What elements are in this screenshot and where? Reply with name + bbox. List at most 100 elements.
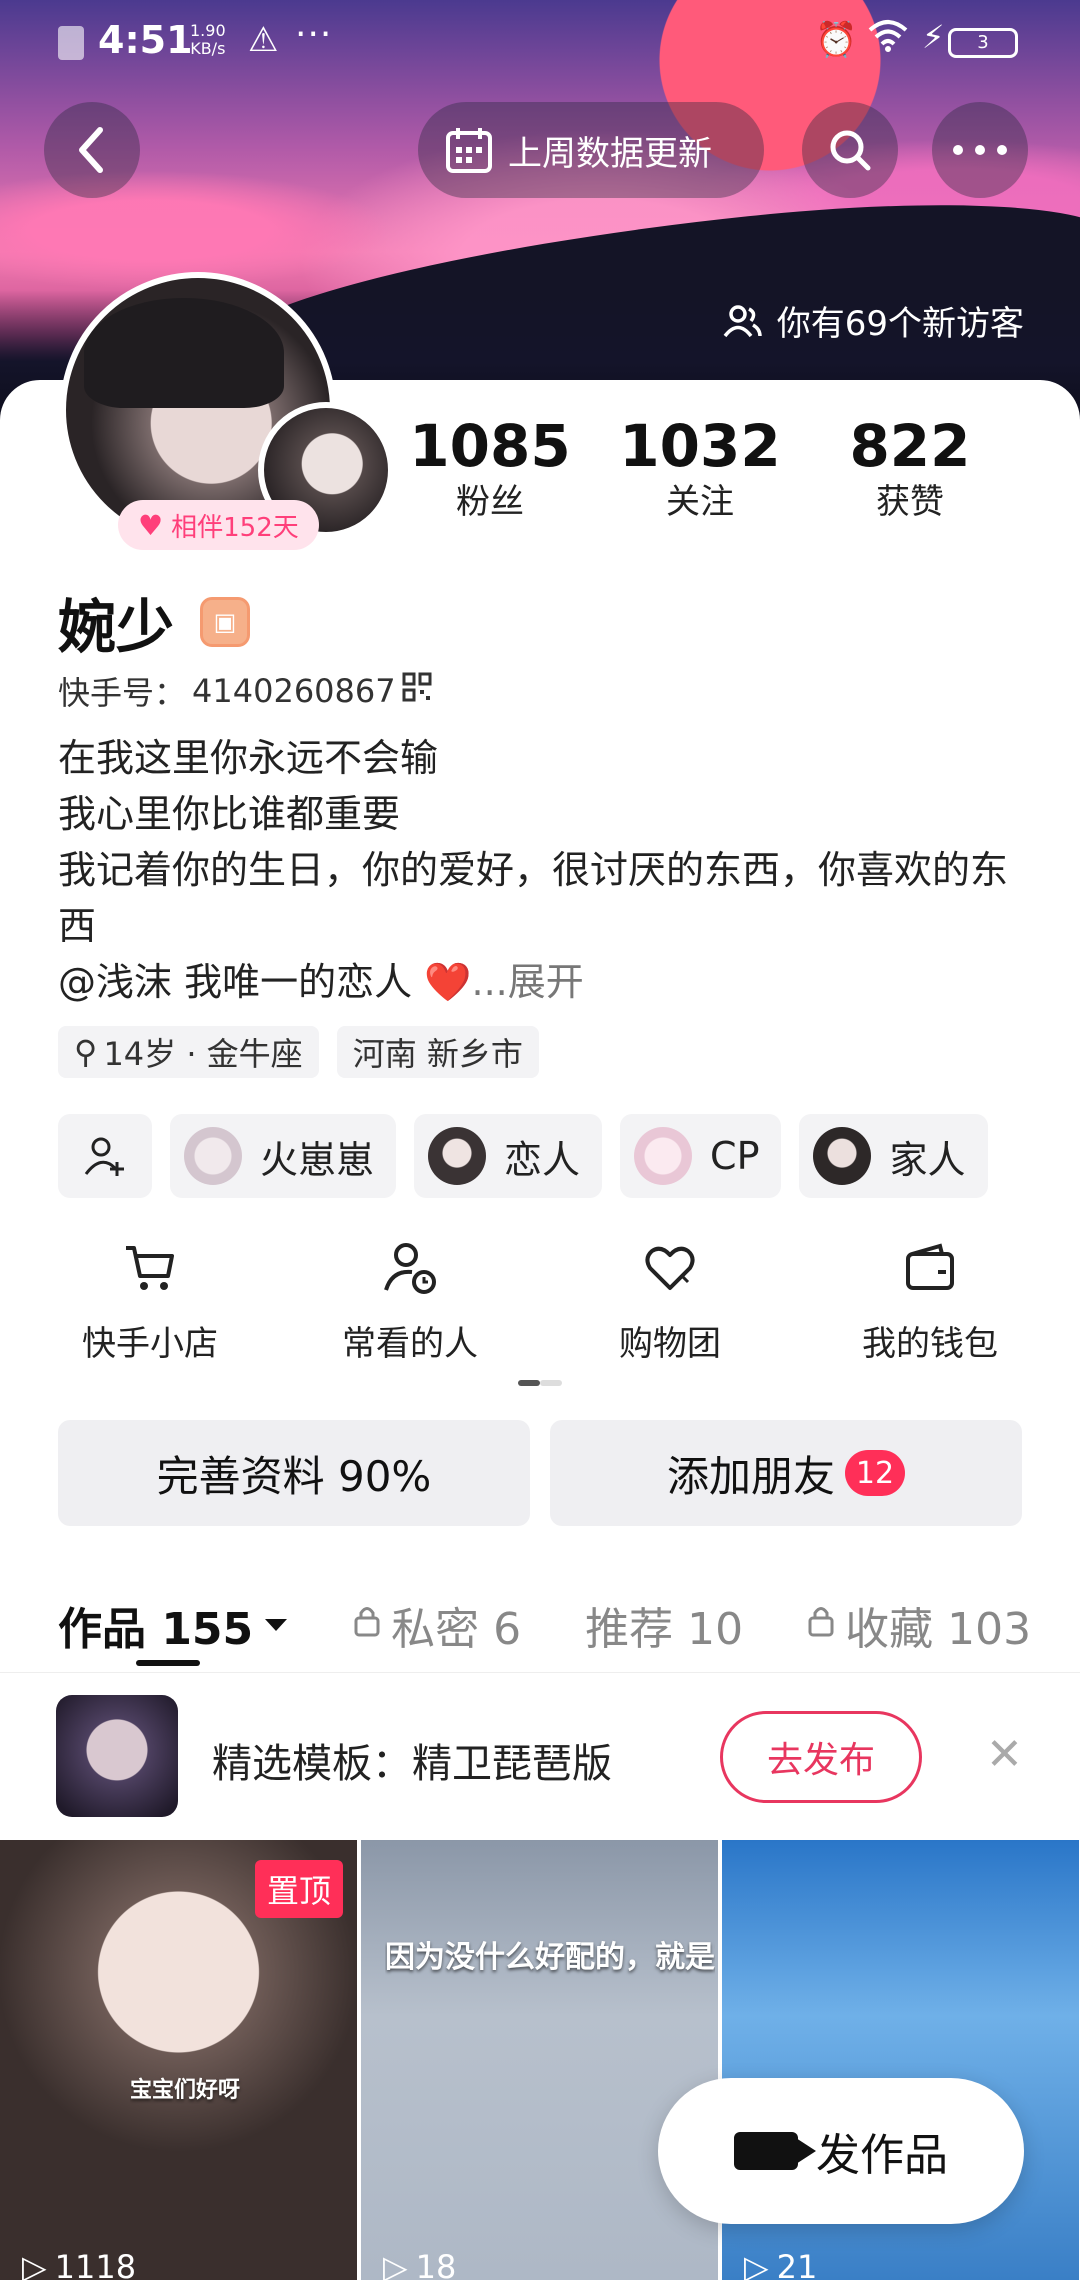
- tab-private[interactable]: 私密 6: [353, 1580, 521, 1670]
- status-bar: 4:51 1.90 KB/s ⚠ ··· ⏰ ⚡ 3: [0, 0, 1080, 84]
- play-count: ▷ 21: [744, 2248, 817, 2280]
- profile-actions: 完善资料 90% 添加朋友 12: [58, 1420, 1022, 1526]
- tab-works-label: 作品 155: [58, 1604, 254, 1655]
- avatar-hat-graphic: [84, 298, 284, 408]
- close-friend-chip[interactable]: 火崽崽: [170, 1114, 397, 1198]
- age-tag-label: 14岁 · 金牛座: [103, 1035, 303, 1073]
- friend-avatar: [813, 1127, 872, 1185]
- new-visitors-label: 你有69个新访客: [776, 304, 1024, 344]
- shortcut-wallet[interactable]: 我的钱包: [820, 1240, 1040, 1365]
- more-options-button[interactable]: [932, 102, 1028, 198]
- more-notifications-icon: ···: [295, 14, 333, 55]
- close-icon[interactable]: ✕: [986, 1729, 1023, 1780]
- location-tag: 河南 新乡市: [336, 1026, 539, 1078]
- friend-avatar: [634, 1127, 693, 1185]
- play-count-value: 21: [776, 2248, 818, 2280]
- video-item[interactable]: 置顶 宝宝们好呀 ▷ 1118: [0, 1840, 357, 2280]
- play-count-value: 18: [415, 2248, 457, 2280]
- tab-favorites[interactable]: 收藏 103: [807, 1580, 1031, 1670]
- red-heart-icon: ❤️: [424, 960, 472, 1004]
- close-friend-chip[interactable]: 家人: [799, 1114, 988, 1198]
- template-banner: 精选模板：精卫琵琶版 去发布 ✕: [0, 1672, 1080, 1840]
- active-tab-indicator: [136, 1660, 200, 1666]
- kuaishou-id-label: 快手号：: [58, 674, 187, 712]
- tab-favorites-label: 收藏 103: [845, 1604, 1032, 1655]
- avatar-group[interactable]: [60, 272, 394, 548]
- friend-label: 火崽崽: [260, 1137, 375, 1182]
- add-friends-button[interactable]: 添加朋友 12: [550, 1420, 1022, 1526]
- profile-bio: 在我这里你永远不会输 我心里你比谁都重要 我记着你的生日，你的爱好，很讨厌的东西…: [58, 730, 1038, 1010]
- close-friend-chip[interactable]: 恋人: [414, 1114, 603, 1198]
- play-count-value: 1118: [54, 2248, 137, 2280]
- notification-icon: [58, 26, 84, 60]
- template-publish-button[interactable]: 去发布: [720, 1711, 922, 1803]
- new-visitors-link[interactable]: 你有69个新访客: [723, 296, 1024, 345]
- calendar-icon: [446, 128, 492, 173]
- shortcut-shop[interactable]: 快手小店: [40, 1240, 260, 1365]
- add-close-friend-button[interactable]: [58, 1114, 152, 1198]
- profile-tags: ⚲ 14岁 · 金牛座 河南 新乡市: [58, 1026, 539, 1078]
- companion-badge[interactable]: ♥ 相伴152天: [118, 500, 319, 550]
- shortcut-group-buy[interactable]: 购物团: [560, 1240, 780, 1365]
- warning-icon: ⚠: [248, 20, 279, 60]
- shortcut-label: 购物团: [619, 1324, 721, 1364]
- template-thumbnail[interactable]: [56, 1695, 178, 1817]
- page-dot: [540, 1380, 562, 1386]
- name-row: 婉少 ▣: [58, 580, 251, 664]
- data-update-button[interactable]: 上周数据更新: [418, 102, 764, 198]
- user-clock-icon: [300, 1240, 520, 1316]
- tab-recommend[interactable]: 推荐 10: [585, 1580, 743, 1670]
- bio-last-line: @浅沫 我唯一的恋人 ❤️...展开: [58, 954, 1038, 1010]
- back-button[interactable]: [44, 102, 140, 198]
- qr-code-icon[interactable]: [402, 672, 432, 710]
- stat-following-value: 1032: [619, 412, 781, 480]
- stat-followers-value: 1085: [409, 412, 571, 480]
- stat-likes[interactable]: 822 获赞: [810, 412, 1010, 524]
- add-user-icon: [84, 1137, 124, 1176]
- data-update-label: 上周数据更新: [508, 133, 712, 174]
- bio-mention-link[interactable]: @浅沫 我唯一的恋人: [58, 960, 412, 1004]
- shortcut-frequent-people[interactable]: 常看的人: [300, 1240, 520, 1365]
- shortcut-row: 快手小店 常看的人 购物团 我的钱包: [40, 1240, 1040, 1365]
- play-count: ▷ 1118: [22, 2248, 136, 2280]
- gender-icon: ⚲: [74, 1033, 98, 1071]
- search-button[interactable]: [802, 102, 898, 198]
- shopping-cart-icon: [40, 1240, 260, 1316]
- search-icon: [830, 130, 871, 171]
- video-item[interactable]: 因为没什么好配的，就是正 ▷ 18: [361, 1840, 718, 2280]
- kuaishou-id-row[interactable]: 快手号： 4140260867: [58, 668, 432, 714]
- shortcut-label: 我的钱包: [862, 1324, 998, 1364]
- heart-icon: ♥: [138, 508, 164, 542]
- close-friend-chip[interactable]: CP: [620, 1114, 782, 1198]
- shortcut-label: 快手小店: [82, 1324, 218, 1364]
- network-speed-unit: KB/s: [190, 39, 226, 58]
- page-dot-active: [518, 1380, 540, 1386]
- friend-label: 家人: [889, 1137, 966, 1182]
- stat-following-label: 关注: [666, 482, 734, 522]
- shortcut-page-indicator: [518, 1380, 562, 1386]
- level-badge-icon[interactable]: ▣: [200, 597, 251, 647]
- pinned-badge: 置顶: [254, 1860, 343, 1918]
- lock-icon: [807, 1604, 835, 1647]
- lock-icon: [353, 1604, 381, 1647]
- tab-works[interactable]: 作品 155: [58, 1580, 289, 1670]
- friend-avatar: [184, 1127, 242, 1185]
- video-caption: 因为没什么好配的，就是正: [385, 1940, 715, 1975]
- bio-expand-link[interactable]: ...展开: [472, 960, 584, 1004]
- stat-followers[interactable]: 1085 粉丝: [390, 412, 590, 524]
- stat-following[interactable]: 1032 关注: [600, 412, 800, 524]
- bio-line: 在我这里你永远不会输: [58, 736, 439, 780]
- publish-work-button[interactable]: 发作品: [658, 2078, 1024, 2224]
- profile-name: 婉少: [58, 593, 175, 661]
- alarm-icon: ⏰: [815, 20, 858, 60]
- play-icon: ▷: [744, 2248, 769, 2280]
- add-friends-count-badge: 12: [845, 1450, 905, 1496]
- complete-profile-label: 完善资料 90%: [156, 1451, 432, 1501]
- publish-work-label: 发作品: [816, 2130, 948, 2181]
- charging-icon: ⚡: [922, 18, 945, 56]
- status-time: 4:51: [98, 18, 193, 62]
- play-icon: ▷: [383, 2248, 408, 2280]
- friend-label: 恋人: [504, 1137, 581, 1182]
- friend-avatar: [428, 1127, 487, 1185]
- complete-profile-button[interactable]: 完善资料 90%: [58, 1420, 530, 1526]
